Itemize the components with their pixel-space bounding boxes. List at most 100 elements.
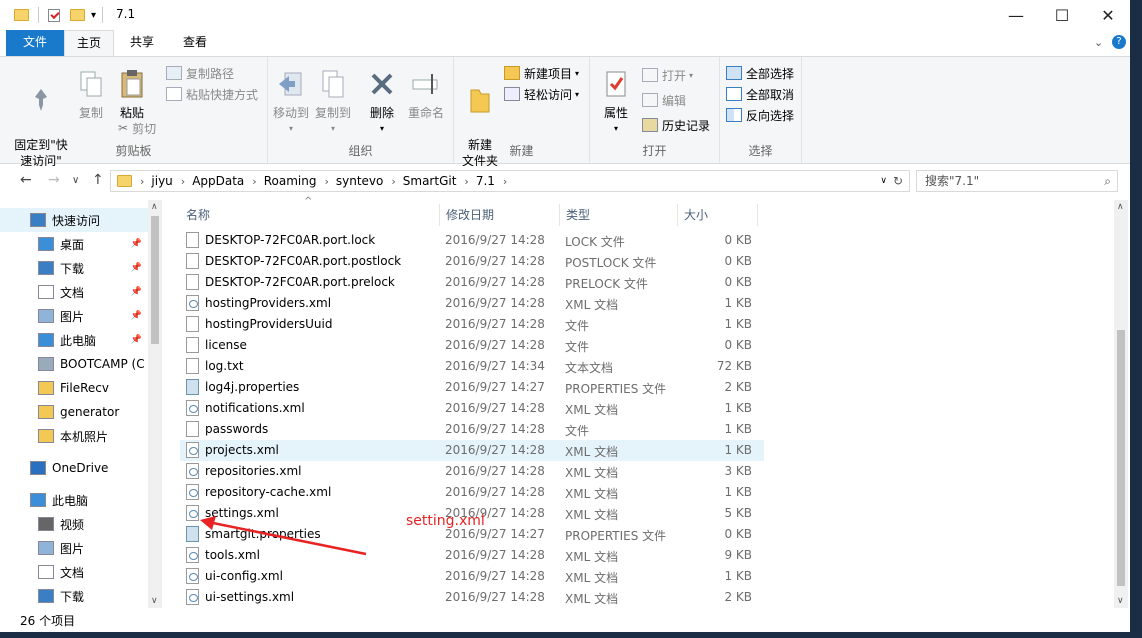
file-row[interactable]: hostingProviders.xml 2016/9/27 14:28 XML 文…	[180, 293, 764, 314]
forward-arrow-icon[interactable]: →	[48, 172, 60, 188]
select-none-button[interactable]: 全部取消	[726, 84, 794, 104]
nav-item[interactable]: 图片 📌	[0, 304, 148, 328]
nav-item[interactable]: BOOTCAMP (C	[0, 352, 148, 376]
nav-item[interactable]: 此电脑	[0, 488, 148, 512]
nav-item[interactable]: 下载	[0, 584, 148, 608]
close-button[interactable]: ✕	[1085, 0, 1130, 30]
file-list-scrollbar[interactable]: ∧ ∨	[1114, 200, 1128, 608]
select-all-button[interactable]: 全部选择	[726, 63, 794, 83]
chevron-right-icon[interactable]: ›	[391, 175, 395, 188]
nav-item-label: 下载	[60, 589, 85, 604]
maximize-button[interactable]: ☐	[1039, 0, 1085, 30]
help-icon[interactable]: ?	[1112, 35, 1126, 49]
nav-item[interactable]: 视频	[0, 512, 148, 536]
file-row[interactable]: repository-cache.xml 2016/9/27 14:28 XML 文…	[180, 482, 764, 503]
search-input[interactable]: 搜索"7.1" ⌕	[916, 170, 1118, 192]
paste-button[interactable]: 粘贴	[114, 67, 150, 121]
file-row[interactable]: repositories.xml 2016/9/27 14:28 XML 文档 3 K…	[180, 461, 764, 482]
refresh-icon[interactable]: ↻	[893, 174, 903, 188]
nav-item[interactable]: 桌面 📌	[0, 232, 148, 256]
column-header-size[interactable]: 大小	[678, 204, 758, 226]
history-button[interactable]: 历史记录	[642, 115, 710, 135]
easy-access-button[interactable]: 轻松访问 ▾	[504, 84, 579, 104]
nav-item[interactable]: 图片	[0, 536, 148, 560]
file-row[interactable]: ui-settings.xml 2016/9/27 14:28 XML 文档 2 KB	[180, 587, 764, 608]
properties-button[interactable]: 属性 ▾	[598, 67, 634, 137]
file-row[interactable]: passwords 2016/9/27 14:28 文件 1 KB	[180, 419, 764, 440]
file-type: XML 文档	[565, 550, 619, 564]
breadcrumb-item[interactable]: syntevo	[336, 174, 384, 188]
pin-icon[interactable]: 📌	[131, 239, 142, 249]
nav-item[interactable]: 快速访问	[0, 208, 148, 232]
nav-scrollbar[interactable]: ∧ ∨	[148, 200, 162, 608]
new-item-button[interactable]: 新建项目 ▾	[504, 63, 579, 83]
move-to-button[interactable]: 移动到 ▾	[272, 67, 310, 137]
recent-dropdown-icon[interactable]: ∨	[72, 175, 79, 186]
nav-item[interactable]: 本机照片	[0, 424, 148, 448]
tab-file[interactable]: 文件	[6, 30, 64, 56]
chevron-right-icon[interactable]: ›	[464, 175, 468, 188]
file-row[interactable]: log4j.properties 2016/9/27 14:27 PROPERTIE…	[180, 377, 764, 398]
paste-shortcut-button[interactable]: 粘贴快捷方式	[166, 84, 258, 104]
qat-dropdown-icon[interactable]: ▾	[91, 10, 96, 21]
open-button[interactable]: 打开 ▾	[642, 65, 693, 85]
file-row[interactable]: license 2016/9/27 14:28 文件 0 KB	[180, 335, 764, 356]
new-folder-icon[interactable]	[70, 9, 85, 21]
copy-path-button[interactable]: 复制路径	[166, 63, 234, 83]
breadcrumb-item[interactable]: jiyu	[151, 174, 172, 188]
copy-button[interactable]: 复制	[74, 67, 108, 121]
properties-check-icon[interactable]	[48, 8, 60, 22]
breadcrumb-item[interactable]: 7.1	[476, 174, 495, 188]
file-row[interactable]: projects.xml 2016/9/27 14:28 XML 文档 1 KB	[180, 440, 764, 461]
column-header-name[interactable]: 名称	[180, 204, 440, 226]
breadcrumb-item[interactable]: Roaming	[264, 174, 317, 188]
column-header-date[interactable]: 修改日期	[440, 204, 560, 226]
cut-button[interactable]: ✂ 剪切	[118, 118, 156, 138]
breadcrumb-item[interactable]: SmartGit	[403, 174, 457, 188]
file-row[interactable]: hostingProvidersUuid 2016/9/27 14:28 文件 1 K…	[180, 314, 764, 335]
minimize-button[interactable]: —	[993, 0, 1039, 30]
nav-item[interactable]: 文档 📌	[0, 280, 148, 304]
nav-item[interactable]: 此电脑 📌	[0, 328, 148, 352]
chevron-right-icon[interactable]: ›	[181, 175, 185, 188]
pin-icon[interactable]: 📌	[131, 335, 142, 345]
file-row[interactable]: DESKTOP-72FC0AR.port.lock 2016/9/27 14:28…	[180, 230, 764, 251]
chevron-right-icon[interactable]: ›	[252, 175, 256, 188]
nav-item[interactable]: FileRecv	[0, 376, 148, 400]
file-type: XML 文档	[565, 466, 619, 480]
up-arrow-icon[interactable]: ↑	[92, 172, 104, 188]
file-type: XML 文档	[565, 571, 619, 585]
breadcrumb-item[interactable]: AppData	[192, 174, 244, 188]
copy-to-button[interactable]: 复制到 ▾	[314, 67, 352, 137]
rename-button[interactable]: 重命名	[404, 67, 448, 121]
chevron-right-icon[interactable]: ›	[324, 175, 328, 188]
xml-file-icon	[186, 589, 199, 605]
nav-item-label: generator	[60, 405, 120, 419]
file-type: 文件	[565, 319, 590, 333]
tab-share[interactable]: 共享	[118, 30, 166, 56]
address-dropdown-icon[interactable]: ∨	[880, 176, 887, 186]
column-header-type[interactable]: 类型	[560, 204, 678, 226]
chevron-right-icon[interactable]: ›	[503, 175, 507, 188]
paste-shortcut-icon	[166, 87, 182, 101]
nav-item[interactable]: OneDrive	[0, 456, 148, 480]
nav-item[interactable]: generator	[0, 400, 148, 424]
file-row[interactable]: DESKTOP-72FC0AR.port.prelock 2016/9/27 14…	[180, 272, 764, 293]
tab-home[interactable]: 主页	[64, 30, 114, 57]
pin-icon[interactable]: 📌	[131, 287, 142, 297]
nav-item[interactable]: 下载 📌	[0, 256, 148, 280]
invert-selection-button[interactable]: 反向选择	[726, 105, 794, 125]
nav-item[interactable]: 文档	[0, 560, 148, 584]
pin-icon[interactable]: 📌	[131, 311, 142, 321]
back-arrow-icon[interactable]: ←	[20, 172, 32, 188]
pin-icon[interactable]: 📌	[131, 263, 142, 273]
file-row[interactable]: DESKTOP-72FC0AR.port.postlock 2016/9/27 1…	[180, 251, 764, 272]
tab-view[interactable]: 查看	[170, 30, 220, 56]
ribbon-collapse-icon[interactable]: ⌄	[1094, 36, 1103, 49]
edit-button[interactable]: 编辑	[642, 90, 686, 110]
delete-button[interactable]: 删除 ▾	[364, 67, 400, 137]
file-row[interactable]: ui-config.xml 2016/9/27 14:28 XML 文档 1 KB	[180, 566, 764, 587]
file-row[interactable]: notifications.xml 2016/9/27 14:28 XML 文档 1 …	[180, 398, 764, 419]
address-bar[interactable]: › jiyu › AppData › Roaming › syntevo › SmartGit ›…	[110, 170, 910, 192]
file-row[interactable]: log.txt 2016/9/27 14:34 文本文档 72 KB	[180, 356, 764, 377]
